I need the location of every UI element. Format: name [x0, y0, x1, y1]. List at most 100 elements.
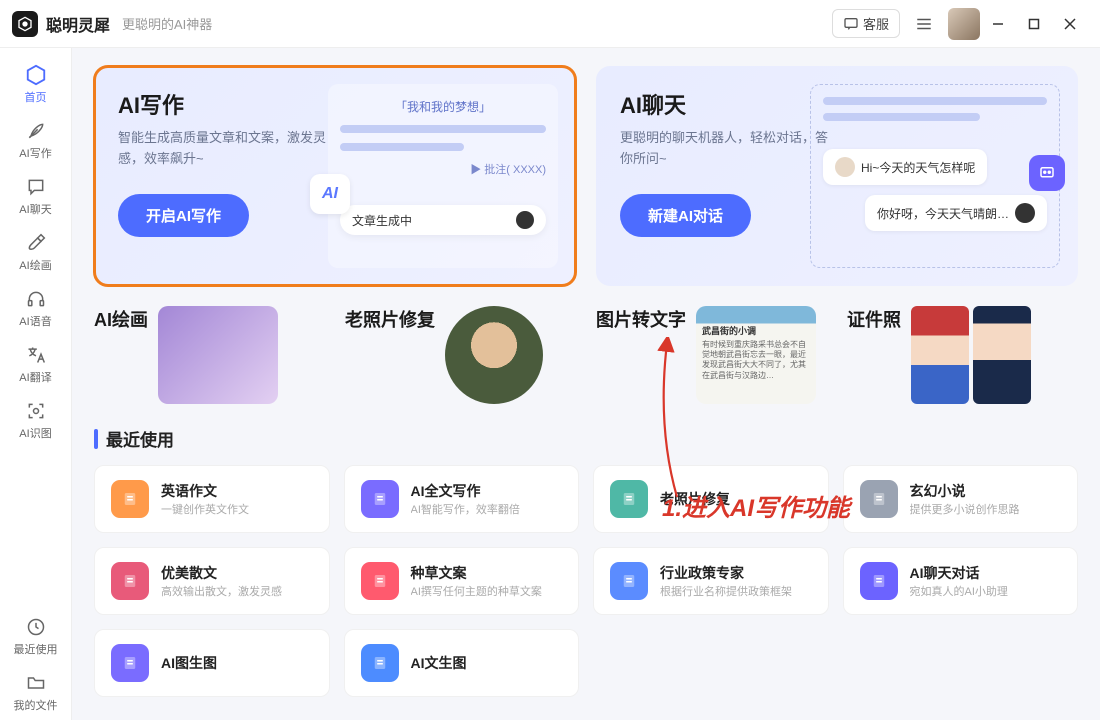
recent-item-title: AI全文写作 — [411, 481, 563, 501]
writing-mock-panel: 「我和我的梦想」 ▶ 批注( XXXX) 文章生成中 AI — [328, 84, 558, 268]
sidebar-item-recent[interactable]: 最近使用 — [6, 608, 66, 664]
recent-item-title: AI聊天对话 — [910, 563, 1062, 583]
recent-item-title: 种草文案 — [411, 563, 563, 583]
mock-annotation: ▶ 批注( XXXX) — [340, 161, 546, 177]
recent-item-icon — [860, 480, 898, 518]
maximize-icon — [1028, 18, 1040, 30]
brand-icon — [516, 211, 534, 229]
recent-item-icon — [361, 644, 399, 682]
mock-status-pill: 文章生成中 — [340, 205, 546, 235]
tools-row: AI绘画 老照片修复 图片转文字 武昌街的小调 有时候到重庆路采书总会不自觉地朝… — [94, 306, 1078, 404]
translate-icon — [25, 344, 47, 366]
recent-item[interactable]: AI图生图 — [94, 629, 330, 697]
user-avatar[interactable] — [948, 8, 980, 40]
recent-item[interactable]: 行业政策专家 根据行业名称提供政策框架 — [593, 547, 829, 615]
sidebar-item-paint[interactable]: AI绘画 — [6, 224, 66, 280]
recent-item[interactable]: AI聊天对话 宛如真人的AI小助理 — [843, 547, 1079, 615]
sidebar-item-label: AI识图 — [19, 425, 51, 441]
hero-chat-card[interactable]: AI聊天 更聪明的聊天机器人，轻松对话，答你所问~ 新建AI对话 Hi~今天的天… — [596, 66, 1078, 286]
recent-item-icon — [860, 562, 898, 600]
support-label: 客服 — [863, 14, 889, 33]
tool-thumb: 武昌街的小调 有时候到重庆路采书总会不自觉地朝武昌街忘去一眼，最近发现武昌街大大… — [696, 306, 816, 404]
tool-title: 图片转文字 — [596, 306, 686, 332]
recent-item[interactable]: 玄幻小说 提供更多小说创作思路 — [843, 465, 1079, 533]
recent-item-title: 行业政策专家 — [660, 563, 812, 583]
tool-thumb — [445, 306, 543, 404]
support-button[interactable]: 客服 — [832, 9, 900, 38]
recent-item-sub: 提供更多小说创作思路 — [910, 501, 1062, 517]
chat-float-icon — [1029, 155, 1065, 191]
tool-idphoto[interactable]: 证件照 — [847, 306, 1078, 404]
clock-icon — [25, 616, 47, 638]
maximize-button[interactable] — [1016, 6, 1052, 42]
mock-quote: 「我和我的梦想」 — [340, 98, 546, 115]
sidebar-item-label: 最近使用 — [14, 641, 58, 657]
recent-item-title: 英语作文 — [161, 481, 313, 501]
chat-bubble-text: 你好呀，今天天气晴朗… — [877, 205, 1009, 222]
chat-bubble-text: Hi~今天的天气怎样呢 — [861, 159, 975, 176]
recent-grid: 英语作文 一键创作英文作文 AI全文写作 AI智能写作，效率翻倍 老照片修复 玄… — [94, 465, 1078, 697]
app-logo — [12, 11, 38, 37]
chat-bubble-2: 你好呀，今天天气晴朗… — [865, 195, 1047, 231]
tool-title: AI绘画 — [94, 306, 148, 332]
app-tagline: 更聪明的AI神器 — [122, 14, 212, 33]
recent-item[interactable]: 种草文案 AI撰写任何主题的种草文案 — [344, 547, 580, 615]
hero-chat-desc: 更聪明的聊天机器人，轻松对话，答你所问~ — [620, 128, 830, 170]
sidebar-item-label: AI写作 — [19, 145, 51, 161]
recent-item[interactable]: 英语作文 一键创作英文作文 — [94, 465, 330, 533]
tool-ocr[interactable]: 图片转文字 武昌街的小调 有时候到重庆路采书总会不自觉地朝武昌街忘去一眼，最近发… — [596, 306, 827, 404]
recent-item-sub: 高效输出散文，激发灵感 — [161, 583, 313, 599]
hero-writing-card[interactable]: AI写作 智能生成高质量文章和文案，激发灵感，效率飙升~ 开启AI写作 「我和我… — [94, 66, 576, 286]
recent-item[interactable]: 老照片修复 — [593, 465, 829, 533]
recent-item-sub: AI撰写任何主题的种草文案 — [411, 583, 563, 599]
ai-badge-icon: AI — [310, 174, 350, 214]
close-icon — [1064, 18, 1076, 30]
sidebar-item-writing[interactable]: AI写作 — [6, 112, 66, 168]
sidebar-item-ocr[interactable]: AI识图 — [6, 392, 66, 448]
sidebar-item-label: 首页 — [25, 89, 47, 105]
folder-icon — [25, 672, 47, 694]
mock-status-text: 文章生成中 — [352, 212, 412, 229]
recent-item-icon — [610, 562, 648, 600]
hero-writing-desc: 智能生成高质量文章和文案，激发灵感，效率飙升~ — [118, 128, 328, 170]
recent-item[interactable]: 优美散文 高效输出散文，激发灵感 — [94, 547, 330, 615]
hamburger-icon — [915, 15, 933, 33]
menu-button[interactable] — [910, 10, 938, 38]
titlebar: 聪明灵犀 更聪明的AI神器 客服 — [0, 0, 1100, 48]
main-content: AI写作 智能生成高质量文章和文案，激发灵感，效率飙升~ 开启AI写作 「我和我… — [72, 48, 1100, 720]
recent-item-icon — [111, 644, 149, 682]
headphone-icon — [25, 288, 47, 310]
minimize-button[interactable] — [980, 6, 1016, 42]
recent-item-sub: 宛如真人的AI小助理 — [910, 583, 1062, 599]
sidebar-item-label: AI绘画 — [19, 257, 51, 273]
sidebar-item-translate[interactable]: AI翻译 — [6, 336, 66, 392]
tool-paint[interactable]: AI绘画 — [94, 306, 325, 404]
scan-icon — [25, 400, 47, 422]
chat-bubble-1: Hi~今天的天气怎样呢 — [823, 149, 987, 185]
feather-icon — [25, 120, 47, 142]
new-chat-button[interactable]: 新建AI对话 — [620, 194, 751, 237]
close-button[interactable] — [1052, 6, 1088, 42]
recent-item-sub: 一键创作英文作文 — [161, 501, 313, 517]
recent-item[interactable]: AI文生图 — [344, 629, 580, 697]
tool-thumb — [911, 306, 1031, 404]
recent-item-title: AI文生图 — [411, 653, 563, 673]
sidebar-item-label: AI翻译 — [19, 369, 51, 385]
sidebar-item-home[interactable]: 首页 — [6, 56, 66, 112]
tool-title: 老照片修复 — [345, 306, 435, 332]
sidebar-item-files[interactable]: 我的文件 — [6, 664, 66, 720]
recent-item-title: 玄幻小说 — [910, 481, 1062, 501]
recent-item-icon — [111, 480, 149, 518]
start-writing-button[interactable]: 开启AI写作 — [118, 194, 249, 237]
tool-restore[interactable]: 老照片修复 — [345, 306, 576, 404]
sidebar-item-voice[interactable]: AI语音 — [6, 280, 66, 336]
recent-item-icon — [111, 562, 149, 600]
sidebar-item-label: 我的文件 — [14, 697, 58, 713]
recent-item-icon — [361, 480, 399, 518]
recent-item-sub: AI智能写作，效率翻倍 — [411, 501, 563, 517]
recent-item-icon — [610, 480, 648, 518]
sidebar-item-chat[interactable]: AI聊天 — [6, 168, 66, 224]
recent-item-icon — [361, 562, 399, 600]
recent-item-title: 优美散文 — [161, 563, 313, 583]
recent-item[interactable]: AI全文写作 AI智能写作，效率翻倍 — [344, 465, 580, 533]
